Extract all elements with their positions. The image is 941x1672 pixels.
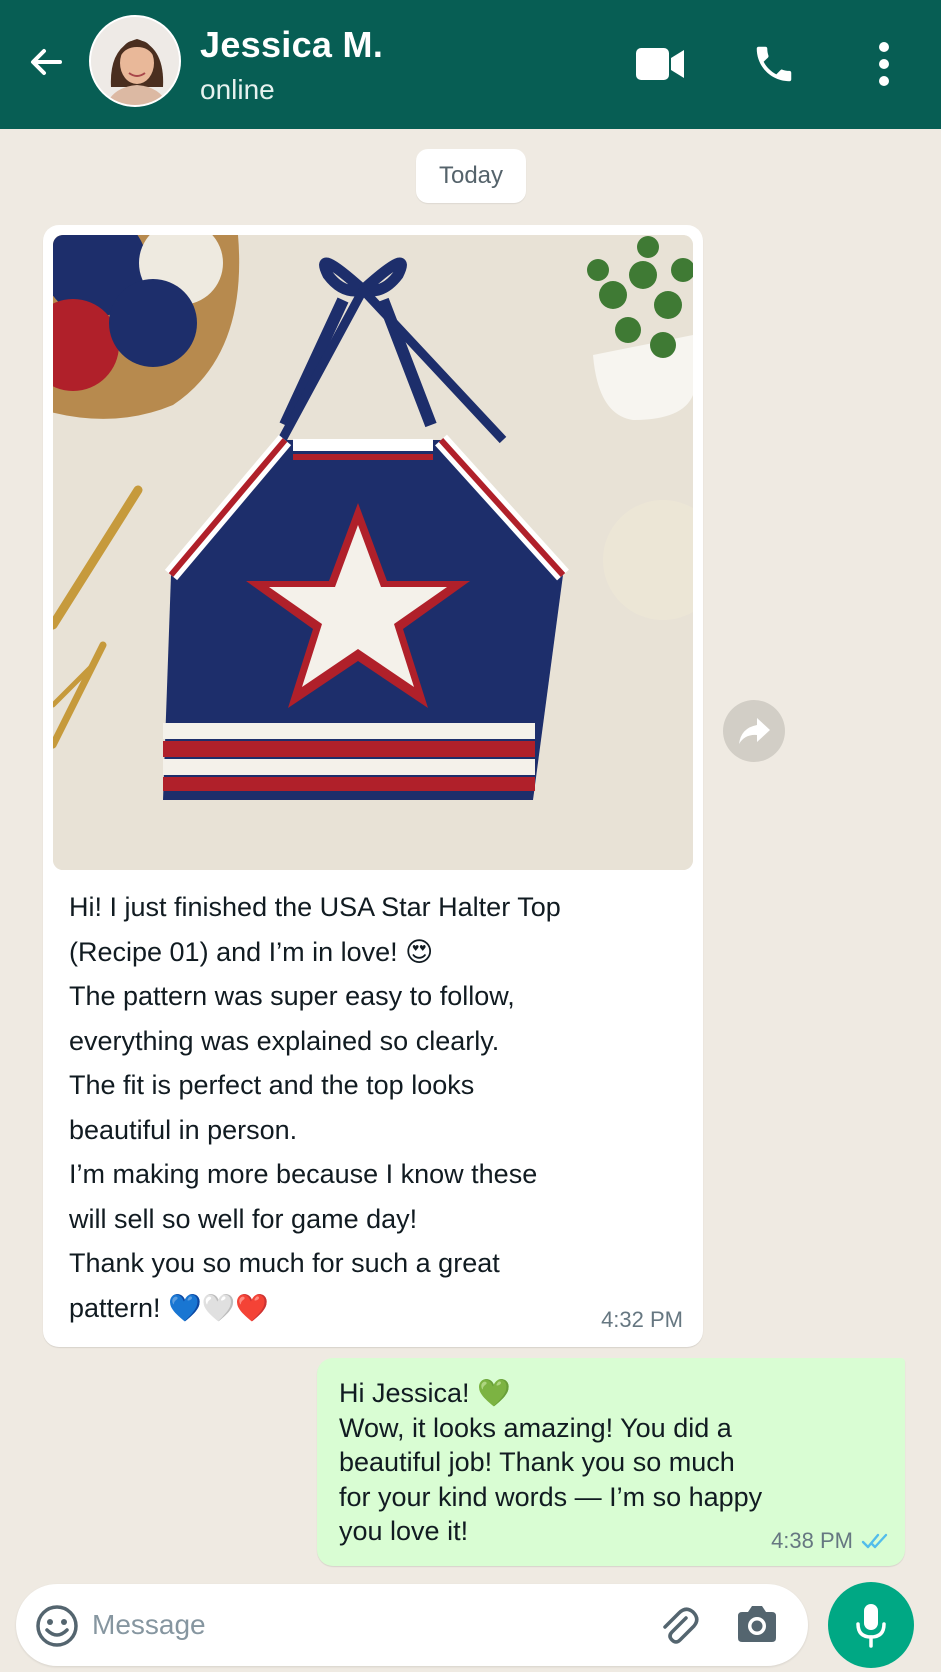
message-line: beautiful in person. xyxy=(69,1114,298,1145)
chat-header: Jessica M. online xyxy=(0,0,941,129)
video-call-button[interactable] xyxy=(634,38,686,90)
message-time: 4:32 PM xyxy=(601,1307,683,1332)
message-line: I’m making more because I know these xyxy=(69,1159,538,1189)
outgoing-message[interactable]: Hi Jessica! 💚 Wow, it looks amazing! You… xyxy=(317,1358,905,1566)
message-line: for your kind words — I’m so happy xyxy=(339,1481,763,1512)
emoji-button[interactable] xyxy=(34,1603,80,1649)
message-line: Hi! I just finished the USA Star Halter … xyxy=(69,892,561,922)
phone-icon xyxy=(756,46,792,82)
message-line: will sell so well for game day! xyxy=(69,1203,418,1234)
more-vertical-icon xyxy=(879,42,889,86)
message-line: everything was explained so clearly. xyxy=(69,1025,500,1056)
avatar[interactable] xyxy=(89,15,181,107)
double-check-icon xyxy=(861,1533,888,1549)
contact-status: online xyxy=(200,74,275,105)
crochet-halter-top-photo[interactable] xyxy=(53,235,693,870)
forward-button[interactable] xyxy=(723,700,785,762)
incoming-message-text: Hi! I just finished the USA Star Halter … xyxy=(69,885,669,1330)
chat-area[interactable]: Today Hi! I just finished the USA Star H… xyxy=(0,129,941,1579)
message-input[interactable] xyxy=(92,1599,612,1651)
message-line: The pattern was super easy to follow, xyxy=(69,981,515,1011)
contact-photo xyxy=(91,17,179,105)
back-button[interactable] xyxy=(24,40,68,84)
voice-message-button[interactable] xyxy=(828,1582,914,1668)
contact-name[interactable]: Jessica M. xyxy=(200,24,383,66)
message-line: Wow, it looks amazing! You did a xyxy=(339,1412,732,1443)
attach-icon xyxy=(663,1607,699,1644)
emoji-icon xyxy=(36,1605,78,1647)
message-line: (Recipe 01) and I’m in love! 😍 xyxy=(69,936,434,967)
message-line: beautiful job! Thank you so much xyxy=(339,1447,735,1477)
message-meta: 4:38 PM xyxy=(771,1528,889,1554)
camera-icon xyxy=(738,1606,776,1642)
back-arrow-icon xyxy=(31,49,62,75)
incoming-message[interactable]: Hi! I just finished the USA Star Halter … xyxy=(43,225,703,1347)
message-line: Thank you so much for such a great xyxy=(69,1248,500,1278)
message-line: you love it! xyxy=(339,1516,469,1546)
message-line: Hi Jessica! 💚 xyxy=(339,1378,511,1408)
mic-icon xyxy=(856,1604,886,1648)
attach-button[interactable] xyxy=(656,1604,700,1648)
message-line: pattern! 💙🤍❤️ xyxy=(69,1292,269,1323)
message-line: The fit is perfect and the top looks xyxy=(69,1070,475,1100)
message-time: 4:38 PM xyxy=(771,1528,853,1553)
voice-call-button[interactable] xyxy=(748,38,800,90)
outgoing-message-text: Hi Jessica! 💚 Wow, it looks amazing! You… xyxy=(339,1376,809,1549)
forward-icon xyxy=(739,718,770,744)
more-options-button[interactable] xyxy=(858,38,910,90)
message-composer xyxy=(16,1584,808,1666)
video-call-icon xyxy=(636,48,684,80)
date-chip: Today xyxy=(416,149,526,203)
camera-button[interactable] xyxy=(734,1604,778,1648)
